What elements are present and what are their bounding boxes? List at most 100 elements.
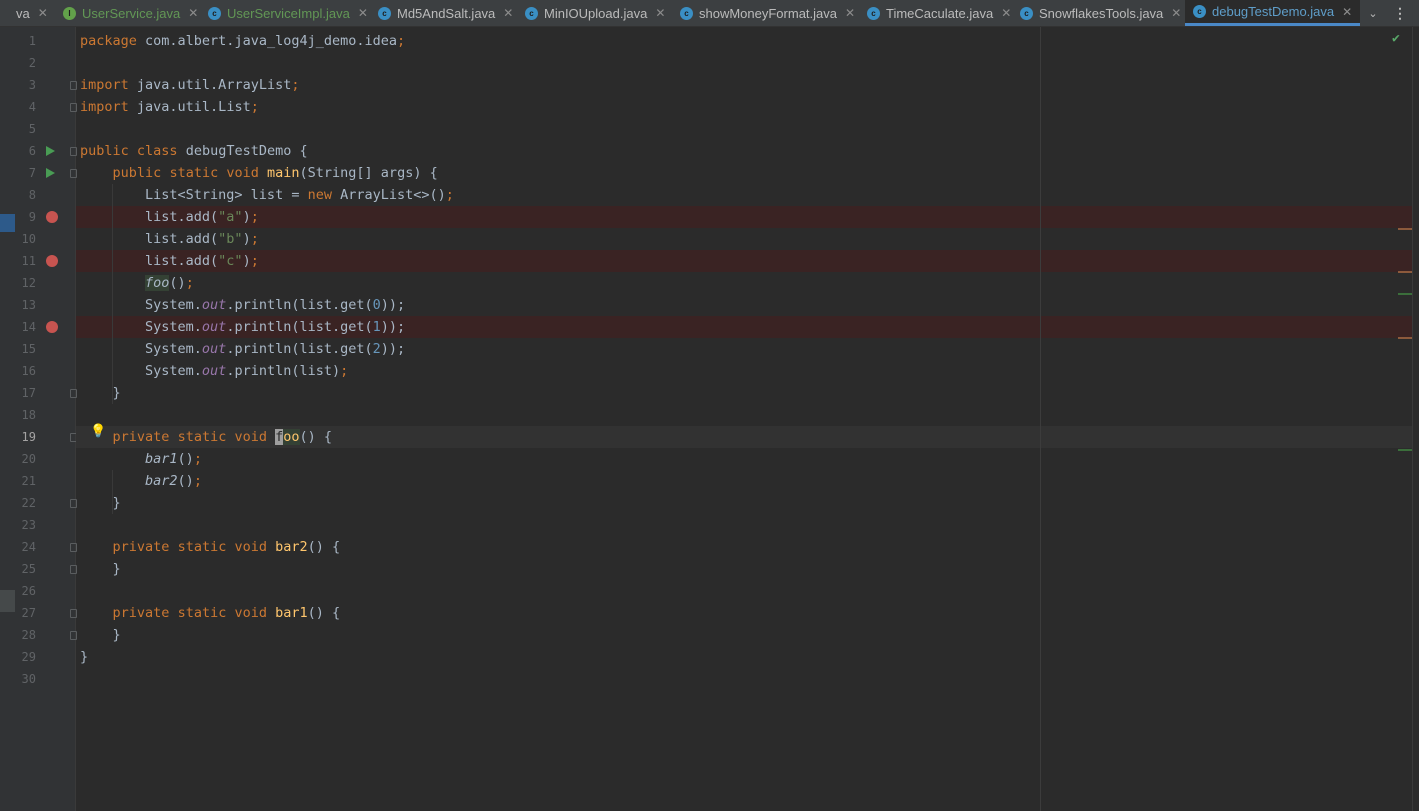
breakpoint-icon[interactable] [46,211,58,223]
run-icon[interactable] [46,146,55,156]
code-line[interactable]: System.out.println(list.get(1)); [76,316,1412,338]
line-number[interactable]: 23 [15,514,36,536]
breakpoint-marker[interactable] [1398,228,1412,230]
strip-marker[interactable] [0,590,15,612]
code-line[interactable] [76,580,1412,602]
indent-guide [112,184,113,404]
change-marker[interactable] [1398,449,1412,451]
code-line[interactable]: } [76,646,1412,668]
code-line[interactable]: list.add("a"); [76,206,1412,228]
tab-userservice[interactable]: I UserService.java ✕ [63,0,198,26]
close-icon[interactable]: ✕ [1001,6,1011,20]
code-line[interactable] [76,514,1412,536]
tab-snowflakestools[interactable]: c SnowflakesTools.java ✕ [1020,0,1181,26]
code-line[interactable] [76,52,1412,74]
close-icon[interactable]: ✕ [1171,6,1181,20]
line-number[interactable]: 7 [15,162,36,184]
line-number[interactable]: 3 [15,74,36,96]
change-marker[interactable] [1398,293,1412,295]
close-icon[interactable]: ✕ [188,6,198,20]
line-number[interactable]: 1 [15,30,36,52]
code-line[interactable]: } [76,558,1412,580]
close-icon[interactable]: ✕ [845,6,855,20]
more-vertical-icon[interactable]: ⋮ [1392,0,1408,26]
line-number[interactable]: 17 [15,382,36,404]
code-line[interactable]: System.out.println(list.get(2)); [76,338,1412,360]
line-number[interactable]: 6 [15,140,36,162]
code-line[interactable] [76,668,1412,690]
chevron-down-icon[interactable]: ⌄ [1363,0,1383,26]
code-line[interactable]: private static void bar2() { [76,536,1412,558]
inspection-ok-icon[interactable]: ✔ [1392,31,1400,46]
tab-timecaculate[interactable]: c TimeCaculate.java ✕ [867,0,1011,26]
line-number[interactable]: 4 [15,96,36,118]
tab-label: UserService.java [82,5,181,21]
line-number[interactable]: 22 [15,492,36,514]
tab-userserviceimpl[interactable]: c UserServiceImpl.java ✕ [208,0,368,26]
code-line[interactable]: bar1(); [76,448,1412,470]
breakpoint-icon[interactable] [46,321,58,333]
code-line[interactable]: import java.util.ArrayList; [76,74,1412,96]
close-icon[interactable]: ✕ [655,6,665,20]
line-number[interactable]: 26 [15,580,36,602]
line-number[interactable]: 13 [15,294,36,316]
close-icon[interactable]: ✕ [358,6,368,20]
line-number[interactable]: 14 [15,316,36,338]
code-line[interactable]: package com.albert.java_log4j_demo.idea; [76,30,1412,52]
tab-miniupload[interactable]: c MinIOUpload.java ✕ [525,0,665,26]
line-number[interactable]: 10 [15,228,36,250]
line-number[interactable]: 9 [15,206,36,228]
code-line[interactable]: list.add("c"); [76,250,1412,272]
line-number[interactable]: 18 [15,404,36,426]
code-line[interactable] [76,118,1412,140]
line-number[interactable]: 5 [15,118,36,140]
line-number[interactable]: 29 [15,646,36,668]
tab-debugtestdemo[interactable]: c debugTestDemo.java ✕ [1185,0,1361,26]
code-line[interactable]: public class debugTestDemo { [76,140,1412,162]
code-line[interactable]: foo(); [76,272,1412,294]
close-icon[interactable]: ✕ [503,6,513,20]
line-number[interactable]: 12 [15,272,36,294]
line-number[interactable]: 20 [15,448,36,470]
line-number[interactable]: 11 [15,250,36,272]
lightbulb-icon[interactable]: 💡 [90,424,106,439]
tab-showmoneyformat[interactable]: c showMoneyFormat.java ✕ [680,0,855,26]
tab-partial[interactable]: va ✕ [16,0,48,26]
line-number[interactable]: 27 [15,602,36,624]
breakpoint-icon[interactable] [46,255,58,267]
code-line[interactable]: } [76,492,1412,514]
line-number[interactable]: 28 [15,624,36,646]
code-line[interactable]: System.out.println(list); [76,360,1412,382]
code-line[interactable]: list.add("b"); [76,228,1412,250]
code-line[interactable]: } [76,382,1412,404]
line-number[interactable]: 21 [15,470,36,492]
line-number[interactable]: 8 [15,184,36,206]
editor-gutter[interactable]: 1 2 3 4 5 6 7 8 9 10 11 12 13 14 15 16 17 18 19 20 21 22 23 24 2… [15,27,77,811]
code-line[interactable]: } [76,624,1412,646]
error-stripe[interactable] [1412,27,1419,811]
code-line[interactable] [76,404,1412,426]
line-number[interactable]: 24 [15,536,36,558]
code-editor[interactable]: package com.albert.java_log4j_demo.idea;… [76,27,1412,811]
close-icon[interactable]: ✕ [38,6,48,20]
code-line[interactable]: List<String> list = new ArrayList<>(); [76,184,1412,206]
code-line[interactable]: public static void main(String[] args) { [76,162,1412,184]
line-number[interactable]: 30 [15,668,36,690]
run-icon[interactable] [46,168,55,178]
close-icon[interactable]: ✕ [1342,5,1352,19]
code-line[interactable]: private static void foo() { [76,426,1412,448]
line-number[interactable]: 2 [15,52,36,74]
line-number[interactable]: 16 [15,360,36,382]
breakpoint-marker[interactable] [1398,271,1412,273]
code-line[interactable]: import java.util.List; [76,96,1412,118]
line-number[interactable]: 25 [15,558,36,580]
line-number[interactable]: 19 [15,426,36,448]
line-number[interactable]: 15 [15,338,36,360]
breakpoint-marker[interactable] [1398,337,1412,339]
interface-icon: I [63,6,76,20]
strip-marker[interactable] [0,214,15,232]
code-line[interactable]: System.out.println(list.get(0)); [76,294,1412,316]
code-line[interactable]: private static void bar1() { [76,602,1412,624]
tab-md5andsalt[interactable]: c Md5AndSalt.java ✕ [378,0,513,26]
code-line[interactable]: bar2(); [76,470,1412,492]
